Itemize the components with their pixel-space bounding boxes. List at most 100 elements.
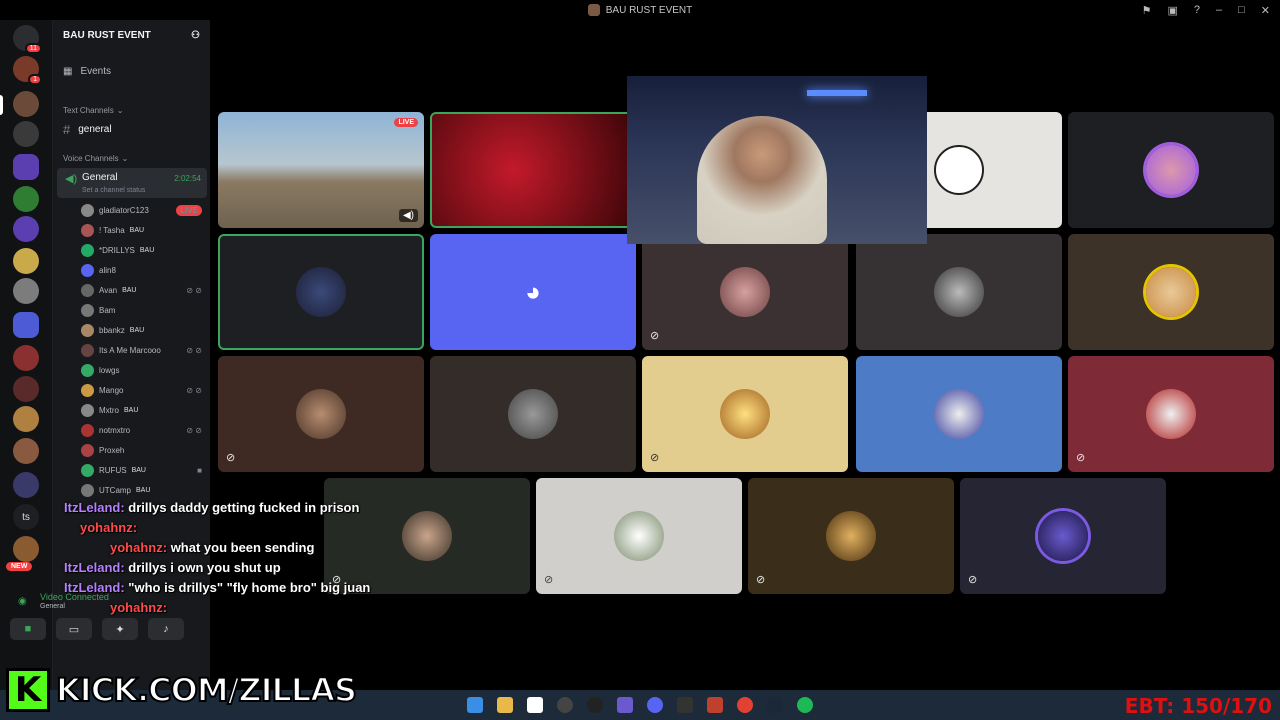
chat-text: what you been sending [170,540,315,555]
server-icon[interactable] [13,472,39,498]
voice-user[interactable]: Mango ⊘ ⊘ [81,381,202,399]
avatar [81,403,94,417]
server-icon[interactable]: 1 [13,56,42,85]
voice-user[interactable]: alin8 [81,261,202,279]
inbox-icon[interactable]: ⚑ [1142,4,1152,17]
events-link[interactable]: ▦ Events [63,66,206,77]
maximize-button[interactable]: □ [1238,4,1245,16]
close-button[interactable]: ✕ [1261,4,1270,17]
steam-icon[interactable] [767,697,783,713]
participant-tile[interactable] [1068,234,1274,350]
participant-tile[interactable] [856,234,1062,350]
muted-icon: ⊘ [544,574,554,586]
folder-icon[interactable] [497,697,513,713]
voice-channel-label: General [82,172,118,183]
participant-tile[interactable]: ⊘ [536,478,742,594]
participant-tile[interactable] [856,356,1062,472]
participant-tile[interactable]: ⊘ [748,478,954,594]
voice-user[interactable]: gladiatorC123 LIVE [81,201,202,219]
channel-general-text[interactable]: # general [63,122,206,137]
server-icon-ts[interactable]: ts [13,504,39,530]
server-header[interactable]: BAU RUST EVENT ⚇ [53,20,210,50]
chat-message: ItzLeland: drillys daddy getting fucked … [64,500,404,516]
server-icon[interactable] [13,248,39,274]
server-icon[interactable] [13,536,39,562]
voice-user[interactable]: bbankz BAU [81,321,202,339]
folder-icon[interactable] [13,312,39,338]
voice-status-channel[interactable]: General [40,603,65,610]
voice-user[interactable]: Avan BAU ⊘ ⊘ [81,281,202,299]
app-icon[interactable] [527,697,543,713]
webcam-overlay [627,76,927,244]
participant-tile[interactable] [218,234,424,350]
participant-tile[interactable]: ⊘ [1068,356,1274,472]
server-icon[interactable] [13,154,39,180]
voice-user[interactable]: Proxeh [81,441,202,459]
participant-tile[interactable]: ⊘ [642,356,848,472]
voice-user[interactable]: ! Tasha BAU [81,221,202,239]
avatar [934,267,984,317]
participant-tile[interactable] [1068,112,1274,228]
participant-tile[interactable]: ⊘ [642,234,848,350]
role-tag: BAU [136,486,151,494]
channel-status[interactable]: Set a channel status [82,187,145,194]
voice-user[interactable]: UTCamp BAU [81,481,202,499]
soundboard-button[interactable]: ♪ [148,618,184,640]
server-icon[interactable] [13,406,39,432]
server-icon[interactable] [13,278,39,304]
voice-user[interactable]: Mxtro BAU [81,401,202,419]
server-icon[interactable] [13,345,39,371]
muted-icon: ⊘ ⊘ [186,385,202,395]
app-icon[interactable] [677,697,693,713]
help-icon[interactable]: ? [1194,4,1200,16]
obs-icon[interactable] [557,697,573,713]
activities-button[interactable]: ✦ [102,618,138,640]
app-icon[interactable] [587,697,603,713]
start-icon[interactable] [467,697,483,713]
server-icon[interactable] [13,376,39,402]
chevron-down-icon: ⌄ [121,154,129,163]
participant-tile[interactable]: ◕ [430,234,636,350]
avatar [81,483,94,497]
server-icon[interactable] [13,186,39,212]
screen-share-button[interactable]: ▭ [56,618,92,640]
text-channels-category[interactable]: Text Channels ⌄ [63,106,206,115]
participant-tile[interactable] [430,356,636,472]
user-name: Bam [99,305,116,315]
volume-icon[interactable]: ◀) [398,209,418,222]
voice-user[interactable]: Bam [81,301,202,319]
notification-badge: 11 [24,43,42,54]
voice-user[interactable]: RUFUS BAU ■ [81,461,202,479]
participant-tile[interactable]: ⊘ [218,356,424,472]
participant-tile[interactable]: ⊘ [960,478,1166,594]
voice-user[interactable]: lowgs [81,361,202,379]
server-icon[interactable] [13,121,39,147]
voice-user[interactable]: notmxtro ⊘ ⊘ [81,421,202,439]
app-icon[interactable] [617,697,633,713]
video-tile[interactable] [430,112,636,228]
voice-channels-category[interactable]: Voice Channels ⌄ [63,154,206,163]
avatar [81,243,94,257]
user-name: Mxtro [99,405,119,415]
spotify-icon[interactable] [797,697,813,713]
hash-icon: # [63,122,71,137]
app-icon[interactable] [707,697,723,713]
window-title: BAU RUST EVENT [587,4,692,16]
stream-tile[interactable]: LIVE ◀) [218,112,424,228]
voice-user[interactable]: Its A Me Marcooo ⊘ ⊘ [81,341,202,359]
home-button[interactable]: 11 [13,25,42,54]
server-icon[interactable] [13,91,39,117]
voice-user[interactable]: *DRILLYS BAU [81,241,202,259]
chrome-icon[interactable] [737,697,753,713]
invite-icon[interactable]: ⚇ [191,30,200,41]
server-icon[interactable] [13,438,39,464]
voice-channel-general[interactable]: ◀) General 2:02:54 Set a channel status [57,168,207,198]
server-icon[interactable] [13,216,39,242]
avatar [81,283,94,297]
kick-logo-icon: K [6,668,50,712]
minimize-button[interactable]: – [1216,4,1222,16]
camera-button[interactable]: ■ [10,618,46,640]
screen-icon[interactable]: ▣ [1167,4,1177,17]
discord-icon[interactable] [647,697,663,713]
chevron-down-icon: ⌄ [116,106,124,115]
